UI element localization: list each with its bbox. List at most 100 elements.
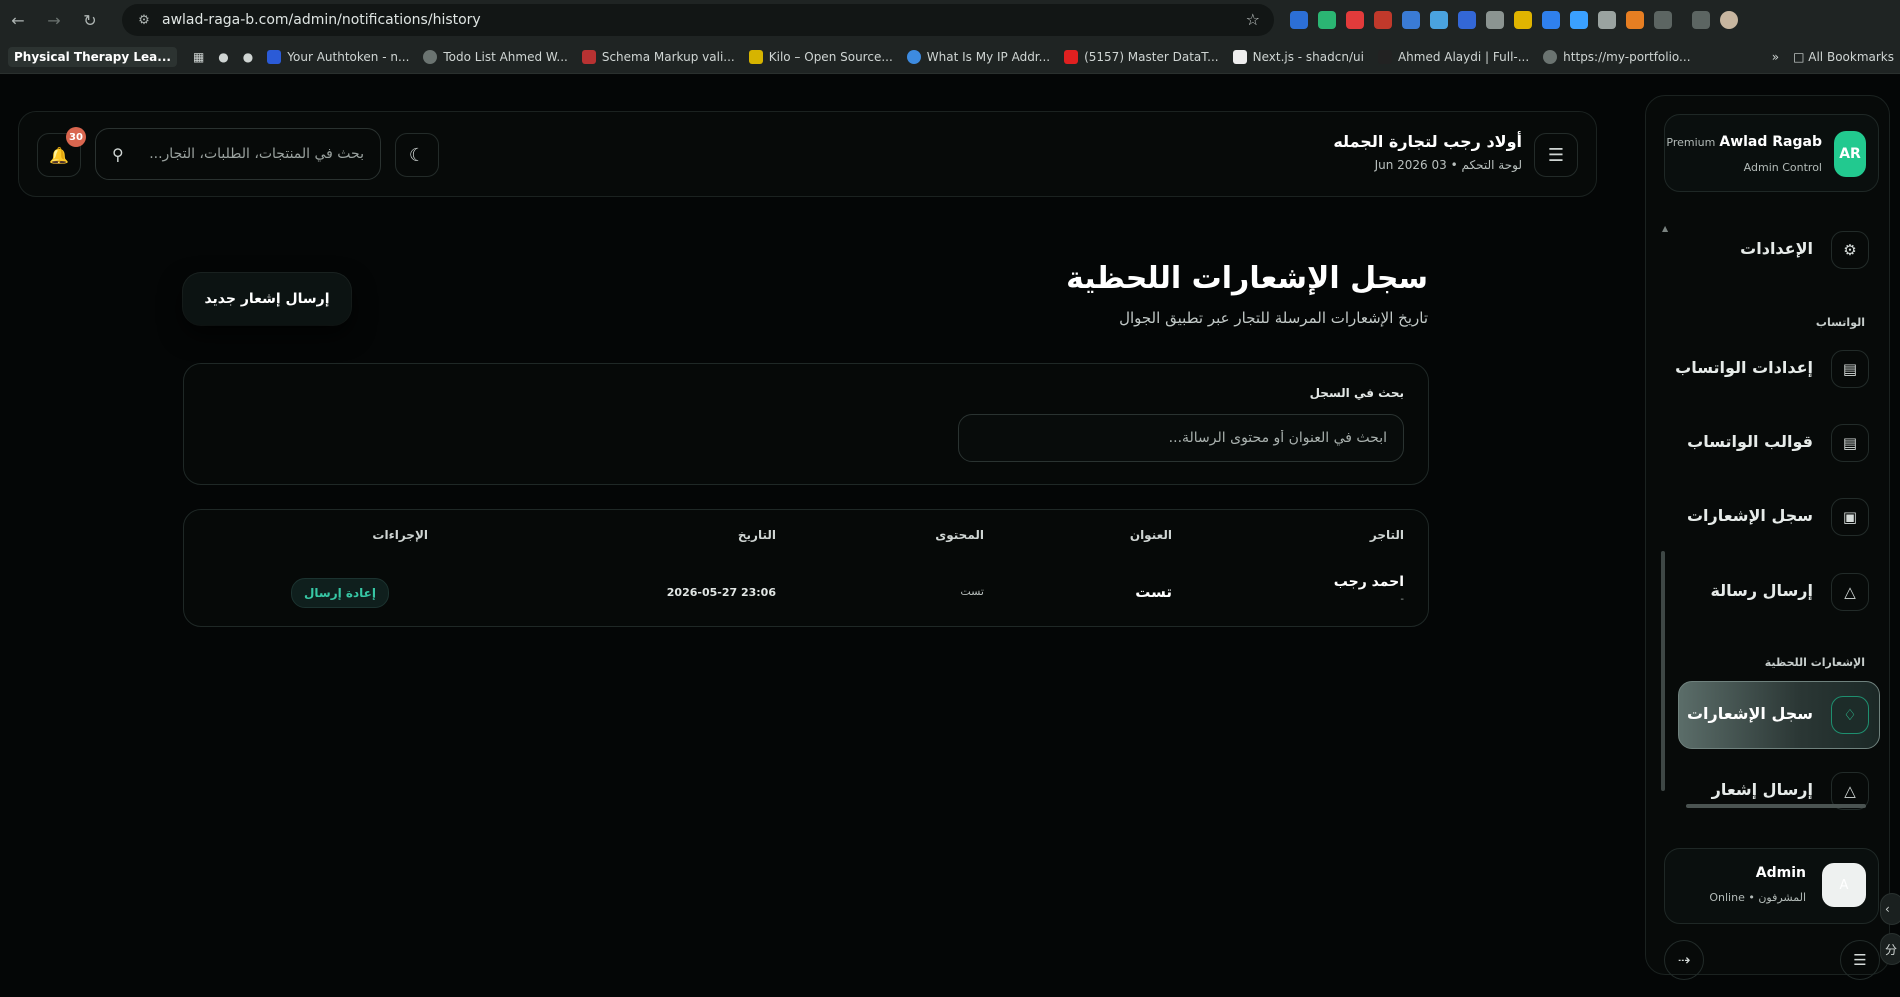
- sidebar-vertical-scrollbar[interactable]: [1661, 551, 1665, 791]
- sidebar-item-send-message[interactable]: △ إرسال رسالة: [1664, 564, 1879, 622]
- brand-tier: Premium: [1666, 136, 1716, 149]
- bookmark-item[interactable]: Physical Therapy Lea...: [8, 46, 177, 67]
- extension-icon[interactable]: [1626, 11, 1644, 29]
- bookmark-label: Todo List Ahmed W...: [443, 49, 568, 64]
- bookmark-item[interactable]: (5157) Master DataT...: [1064, 49, 1219, 64]
- column-header-title[interactable]: العنوان: [1130, 528, 1172, 542]
- extension-icon[interactable]: [1458, 11, 1476, 29]
- extension-icon[interactable]: [1542, 11, 1560, 29]
- bookmark-item[interactable]: Schema Markup vali...: [581, 49, 735, 64]
- globe-icon[interactable]: ●: [243, 50, 253, 64]
- theme-toggle-button[interactable]: ☾: [395, 133, 439, 177]
- extension-icon[interactable]: [1318, 11, 1336, 29]
- admin-name: Admin: [1755, 865, 1806, 881]
- column-header-date[interactable]: التاريخ: [738, 528, 776, 542]
- bell-icon: ♢: [1831, 696, 1869, 734]
- notification-title: تست: [1135, 583, 1172, 601]
- chevron-right-icon[interactable]: »: [1772, 50, 1779, 64]
- global-search[interactable]: ⚲ بحث في المنتجات، الطلبات، التجار...: [95, 128, 381, 180]
- sidebar-item-label: الإعدادات: [1740, 239, 1813, 258]
- brand-role: Admin Control: [1743, 161, 1822, 174]
- column-header-actions[interactable]: الإجراءات: [372, 528, 428, 542]
- bookmark-item[interactable]: Next.js - shadcn/ui: [1232, 49, 1364, 64]
- sidebar-menu-button[interactable]: ☰: [1840, 940, 1880, 980]
- menu-icon[interactable]: [1692, 11, 1710, 29]
- bookmark-item[interactable]: What Is My IP Addr...: [906, 49, 1050, 64]
- brand-name: Premium Awlad Ragab: [1666, 134, 1822, 150]
- site-info-icon[interactable]: ⚙: [130, 13, 158, 28]
- sidebar-item-settings[interactable]: ⚙ الإعدادات: [1664, 222, 1879, 280]
- logout-button[interactable]: ⇢: [1664, 940, 1704, 980]
- resend-button[interactable]: إعادة إرسال: [291, 578, 389, 608]
- column-header-merchant[interactable]: التاجر: [1370, 528, 1404, 542]
- extension-icon[interactable]: [1514, 11, 1532, 29]
- sidebar-item-whatsapp-templates[interactable]: ▤ قوالب الواتساب: [1664, 415, 1879, 473]
- sidebar-item-whatsapp-log[interactable]: ▣ سجل الإشعارات: [1664, 489, 1879, 547]
- notifications-table: التاجر العنوان المحتوى التاريخ الإجراءات…: [183, 509, 1429, 627]
- bookmark-item[interactable]: https://my-portfolio...: [1543, 49, 1691, 64]
- address-bar[interactable]: ⚙ awlad-raga-b.com/admin/notifications/h…: [122, 4, 1274, 36]
- hamburger-icon: ☰: [1853, 951, 1867, 969]
- sidebar-item-label: إرسال إشعار: [1711, 780, 1813, 799]
- chat-icon: ▤: [1831, 350, 1869, 388]
- bookmark-label: Kilo – Open Source...: [768, 49, 893, 64]
- bookmark-favicon-icon: [267, 49, 282, 64]
- globe-icon[interactable]: ●: [218, 50, 228, 64]
- admin-profile-card[interactable]: A Admin المشرفون • Online: [1664, 848, 1879, 924]
- sidebar-item-notifications-log[interactable]: ♢ سجل الإشعارات: [1678, 681, 1880, 749]
- extension-icon[interactable]: [1374, 11, 1392, 29]
- sidebar-item-label: سجل الإشعارات: [1686, 506, 1813, 525]
- bookmark-item[interactable]: Todo List Ahmed W...: [423, 49, 568, 64]
- sidebar-item-label: إرسال رسالة: [1710, 581, 1813, 600]
- extension-icon[interactable]: [1430, 11, 1448, 29]
- reload-icon[interactable]: ↻: [72, 0, 108, 40]
- history-search-input[interactable]: [958, 414, 1404, 462]
- extension-icon[interactable]: [1598, 11, 1616, 29]
- extension-icon[interactable]: [1486, 11, 1504, 29]
- column-header-content[interactable]: المحتوى: [935, 528, 984, 542]
- bookmark-label: Ahmed Alaydi | Full-...: [1397, 49, 1530, 64]
- bookmark-favicon-icon: [1232, 49, 1247, 64]
- profile-avatar[interactable]: [1720, 11, 1738, 29]
- notification-content: تست: [960, 585, 984, 598]
- extension-icon[interactable]: [1570, 11, 1588, 29]
- browser-toolbar: ← → ↻ ⚙ awlad-raga-b.com/admin/notificat…: [0, 0, 1900, 40]
- brand-card[interactable]: AR Premium Awlad Ragab Admin Control: [1664, 114, 1879, 192]
- extension-icon[interactable]: [1346, 11, 1364, 29]
- forward-icon[interactable]: →: [36, 0, 72, 40]
- page-title: سجل الإشعارات اللحظية: [1066, 261, 1428, 296]
- url-text[interactable]: awlad-raga-b.com/admin/notifications/his…: [162, 12, 481, 28]
- collapse-handle-icon[interactable]: ‹: [1880, 893, 1900, 925]
- sidebar-item-whatsapp-settings[interactable]: ▤ إعدادات الواتساب: [1664, 341, 1879, 399]
- global-search-placeholder: بحث في المنتجات، الطلبات، التجار...: [149, 146, 364, 162]
- bookmark-item[interactable]: Your Authtoken - n...: [267, 49, 410, 64]
- bookmark-label: Next.js - shadcn/ui: [1252, 49, 1364, 64]
- send-new-notification-button[interactable]: إرسال إشعار جديد: [183, 273, 351, 325]
- bookmark-favicon-icon: [581, 49, 596, 64]
- gear-icon: ⚙: [1831, 231, 1869, 269]
- back-icon[interactable]: ←: [0, 0, 36, 40]
- top-header: ☰ أولاد رجب لتجارة الجمله لوحة التحكم • …: [18, 111, 1597, 197]
- translate-icon[interactable]: 分: [1880, 933, 1900, 965]
- extension-icon[interactable]: [1402, 11, 1420, 29]
- bookmark-label: Your Authtoken - n...: [287, 49, 410, 64]
- extensions-row: [1290, 0, 1738, 40]
- all-bookmarks[interactable]: □ All Bookmarks: [1793, 50, 1894, 64]
- extension-icon[interactable]: [1290, 11, 1308, 29]
- apps-grid-icon[interactable]: ▦: [193, 50, 204, 64]
- bookmark-label: Schema Markup vali...: [601, 49, 735, 64]
- menu-toggle-button[interactable]: ☰: [1534, 133, 1578, 177]
- sidebar-section-realtime: الإشعارات اللحظية: [1764, 656, 1865, 669]
- sidebar-item-send-notification[interactable]: △ إرسال إشعار: [1664, 763, 1879, 821]
- bookmark-label: (5157) Master DataT...: [1084, 49, 1219, 64]
- bookmark-star-icon[interactable]: ☆: [1246, 10, 1260, 29]
- sidebar-horizontal-scrollbar[interactable]: [1686, 804, 1866, 808]
- puzzle-icon[interactable]: [1654, 11, 1672, 29]
- bookmark-favicon-icon: [423, 49, 438, 64]
- bookmark-item[interactable]: Ahmed Alaydi | Full-...: [1377, 49, 1530, 64]
- bookmark-item[interactable]: Kilo – Open Source...: [748, 49, 893, 64]
- sidebar-item-label: سجل الإشعارات: [1686, 704, 1813, 723]
- notification-date: 2026-05-27 23:06: [666, 586, 776, 599]
- logout-icon: ⇢: [1677, 951, 1691, 969]
- sidebar-item-label: قوالب الواتساب: [1687, 432, 1813, 451]
